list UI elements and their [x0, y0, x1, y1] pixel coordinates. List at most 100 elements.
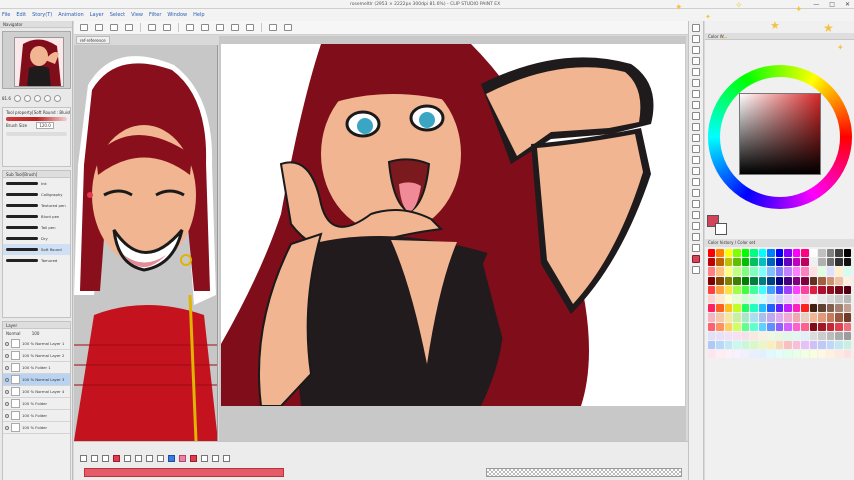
- palette-swatch[interactable]: [708, 285, 716, 294]
- palette-swatch[interactable]: [843, 249, 851, 258]
- palette-swatch[interactable]: [741, 331, 750, 340]
- palette-swatch[interactable]: [716, 350, 724, 359]
- palette-swatch[interactable]: [733, 350, 741, 359]
- palette-swatch[interactable]: [818, 350, 826, 359]
- palette-swatch[interactable]: [741, 322, 750, 331]
- palette-swatch[interactable]: [733, 249, 741, 258]
- palette-swatch[interactable]: [801, 313, 809, 322]
- palette-swatch[interactable]: [792, 350, 801, 359]
- brush-item[interactable]: Textured pen: [3, 200, 70, 211]
- layer-opacity[interactable]: 100: [32, 331, 40, 336]
- blend-mode-select[interactable]: Normal: [6, 331, 20, 336]
- brush-item[interactable]: Ink: [3, 178, 70, 189]
- gradient-icon[interactable]: [179, 455, 186, 462]
- palette-swatch[interactable]: [835, 285, 843, 294]
- palette-swatch[interactable]: [784, 258, 792, 267]
- palette-tab[interactable]: Color history / Color set: [705, 239, 854, 247]
- palette-swatch[interactable]: [775, 331, 784, 340]
- palette-swatch[interactable]: [818, 276, 826, 285]
- palette-swatch[interactable]: [826, 249, 835, 258]
- palette-swatch[interactable]: [801, 267, 809, 276]
- palette-swatch[interactable]: [792, 276, 801, 285]
- save-icon[interactable]: [125, 24, 133, 31]
- palette-swatch[interactable]: [741, 294, 750, 304]
- palette-swatch[interactable]: [784, 304, 792, 313]
- clear-icon[interactable]: [186, 24, 194, 31]
- palette-swatch[interactable]: [741, 285, 750, 294]
- undo-icon[interactable]: [148, 24, 156, 31]
- palette-swatch[interactable]: [809, 322, 818, 331]
- palette-swatch[interactable]: [809, 294, 818, 304]
- palette-swatch[interactable]: [724, 258, 733, 267]
- grid-snap-icon[interactable]: [284, 24, 292, 31]
- palette-swatch[interactable]: [809, 340, 818, 350]
- palette-swatch[interactable]: [775, 340, 784, 350]
- palette-swatch[interactable]: [775, 276, 784, 285]
- menu-story[interactable]: Story(T): [32, 12, 52, 18]
- palette-swatch[interactable]: [767, 322, 775, 331]
- palette-swatch[interactable]: [767, 267, 775, 276]
- gradient-tool-icon[interactable]: [692, 178, 700, 186]
- palette-swatch[interactable]: [809, 350, 818, 359]
- palette-swatch[interactable]: [801, 249, 809, 258]
- palette-swatch[interactable]: [708, 267, 716, 276]
- redo-icon[interactable]: [163, 24, 171, 31]
- hand-icon[interactable]: [91, 455, 98, 462]
- palette-swatch[interactable]: [775, 304, 784, 313]
- brush-item[interactable]: Tall pen: [3, 222, 70, 233]
- minimize-button[interactable]: —: [813, 1, 819, 8]
- document-tab-reference[interactable]: ref-reference: [76, 36, 110, 44]
- palette-swatch[interactable]: [801, 294, 809, 304]
- palette-swatch[interactable]: [818, 249, 826, 258]
- palette-swatch[interactable]: [724, 249, 733, 258]
- palette-swatch[interactable]: [750, 322, 758, 331]
- brush-size-value[interactable]: 120.0: [36, 122, 54, 129]
- palette-swatch[interactable]: [801, 331, 809, 340]
- ruler-snap-icon[interactable]: [269, 24, 277, 31]
- palette-swatch[interactable]: [775, 267, 784, 276]
- palette-swatch[interactable]: [716, 304, 724, 313]
- palette-swatch[interactable]: [708, 313, 716, 322]
- brush-item-active[interactable]: Soft Round: [3, 244, 70, 255]
- palette-swatch[interactable]: [818, 285, 826, 294]
- text-icon[interactable]: [212, 455, 219, 462]
- palette-swatch[interactable]: [792, 267, 801, 276]
- palette-swatch[interactable]: [792, 285, 801, 294]
- layer-row[interactable]: 100 % Folder: [3, 410, 70, 422]
- palette-swatch[interactable]: [724, 331, 733, 340]
- palette-swatch[interactable]: [758, 350, 767, 359]
- palette-swatch[interactable]: [708, 294, 716, 304]
- menu-window[interactable]: Window: [167, 12, 187, 18]
- palette-swatch[interactable]: [733, 276, 741, 285]
- eye-icon[interactable]: [5, 365, 9, 370]
- palette-swatch[interactable]: [758, 294, 767, 304]
- menu-file[interactable]: File: [2, 12, 10, 18]
- palette-swatch[interactable]: [818, 313, 826, 322]
- palette-swatch[interactable]: [733, 331, 741, 340]
- tool-property-tab[interactable]: Tool property[Soft Round : Bluish]: [3, 108, 70, 117]
- palette-swatch[interactable]: [843, 285, 851, 294]
- palette-swatch[interactable]: [801, 322, 809, 331]
- palette-swatch[interactable]: [835, 350, 843, 359]
- palette-swatch[interactable]: [767, 294, 775, 304]
- transparency-strip[interactable]: [486, 468, 682, 477]
- subtool-tab[interactable]: Sub Tool[Brush]: [3, 171, 70, 178]
- palette-swatch[interactable]: [724, 350, 733, 359]
- palette-swatch[interactable]: [708, 276, 716, 285]
- palette-swatch[interactable]: [809, 267, 818, 276]
- zoom-out-icon[interactable]: [13, 94, 21, 102]
- palette-swatch[interactable]: [792, 304, 801, 313]
- invert-selection-icon[interactable]: [231, 24, 239, 31]
- layer-row[interactable]: 100 % Normal Layer 2: [3, 350, 70, 362]
- layer-row[interactable]: 100 % Normal Layer 1: [3, 338, 70, 350]
- palette-swatch[interactable]: [758, 258, 767, 267]
- deco-tool-icon[interactable]: [692, 134, 700, 142]
- reset-view-icon[interactable]: [53, 94, 61, 102]
- palette-swatch[interactable]: [835, 313, 843, 322]
- palette-swatch[interactable]: [784, 313, 792, 322]
- sub-color-swatch[interactable]: [715, 223, 727, 235]
- transform-icon[interactable]: [201, 24, 209, 31]
- palette-swatch[interactable]: [767, 249, 775, 258]
- palette-swatch[interactable]: [724, 304, 733, 313]
- palette-swatch[interactable]: [724, 294, 733, 304]
